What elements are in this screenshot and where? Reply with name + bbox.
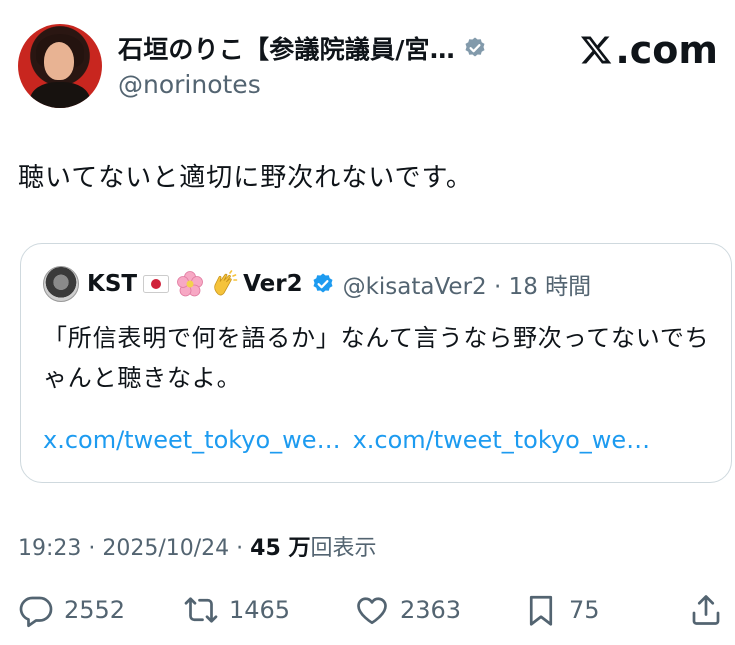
reply-icon — [19, 596, 53, 628]
tweet-text: 聴いてないと適切に野次れないです。 — [18, 163, 473, 193]
repost-icon — [184, 597, 218, 623]
view-label: 回表示 — [310, 536, 377, 561]
quote-author-avatar[interactable] — [43, 266, 79, 302]
author-name-line: 石垣のりこ【参議院議員/宮… — [118, 30, 487, 66]
cherry-blossom-icon — [175, 270, 205, 298]
quote-link-1[interactable]: x.com/tweet_tokyo_we… — [43, 426, 341, 454]
repost-count: 1465 — [229, 596, 291, 624]
reply-button[interactable]: 2552 — [18, 592, 125, 628]
author-avatar[interactable] — [18, 24, 102, 108]
tweet-meta: 19:23 · 2025/10/24 · 45 万回表示 — [18, 530, 376, 562]
tweet-actions: 2552 1465 2363 75 — [18, 592, 730, 632]
quote-author-name-prefix: KST — [87, 271, 138, 297]
clapping-hands-icon — [209, 270, 239, 298]
share-button[interactable] — [688, 592, 724, 628]
tweet-header: 石垣のりこ【参議院議員/宮… @norinotes .com — [18, 22, 718, 112]
quote-tweet-card[interactable]: KST Ver2 @kisataVer2 · 18 時間 「所信表明で何を語るか… — [20, 243, 732, 483]
view-count: 45 万 — [250, 536, 311, 561]
share-icon — [692, 595, 720, 625]
quote-header: KST Ver2 @kisataVer2 · 18 時間 — [43, 266, 591, 302]
like-button[interactable]: 2363 — [354, 592, 461, 628]
bookmark-count: 75 — [569, 596, 600, 624]
quote-author-handle-time[interactable]: @kisataVer2 · 18 時間 — [343, 267, 592, 301]
author-handle[interactable]: @norinotes — [118, 70, 261, 99]
bookmark-icon — [529, 595, 553, 626]
author-display-name[interactable]: 石垣のりこ【参議院議員/宮… — [118, 30, 455, 66]
japan-flag-icon — [141, 270, 171, 298]
tweet-timestamp[interactable]: 19:23 · 2025/10/24 · — [18, 536, 250, 561]
x-com-logo: .com — [579, 28, 718, 72]
verified-blue-icon — [313, 273, 333, 293]
like-count: 2363 — [400, 596, 462, 624]
quote-author-name-suffix: Ver2 — [243, 271, 303, 297]
x-logo-icon — [581, 36, 612, 64]
quote-link-2[interactable]: x.com/tweet_tokyo_we… — [353, 426, 651, 454]
quote-author-name[interactable]: KST Ver2 — [87, 270, 303, 298]
quote-links: x.com/tweet_tokyo_we… x.com/tweet_tokyo_… — [43, 426, 650, 454]
reply-count: 2552 — [64, 596, 126, 624]
verified-gray-icon — [465, 37, 485, 57]
bookmark-button[interactable]: 75 — [523, 592, 600, 628]
x-logo-text: .com — [615, 28, 718, 72]
quote-text: 「所信表明で何を語るか」なんて言うなら野次ってないでちゃんと聴きなよ。 — [43, 324, 710, 392]
repost-button[interactable]: 1465 — [183, 592, 290, 628]
heart-icon — [357, 597, 387, 625]
